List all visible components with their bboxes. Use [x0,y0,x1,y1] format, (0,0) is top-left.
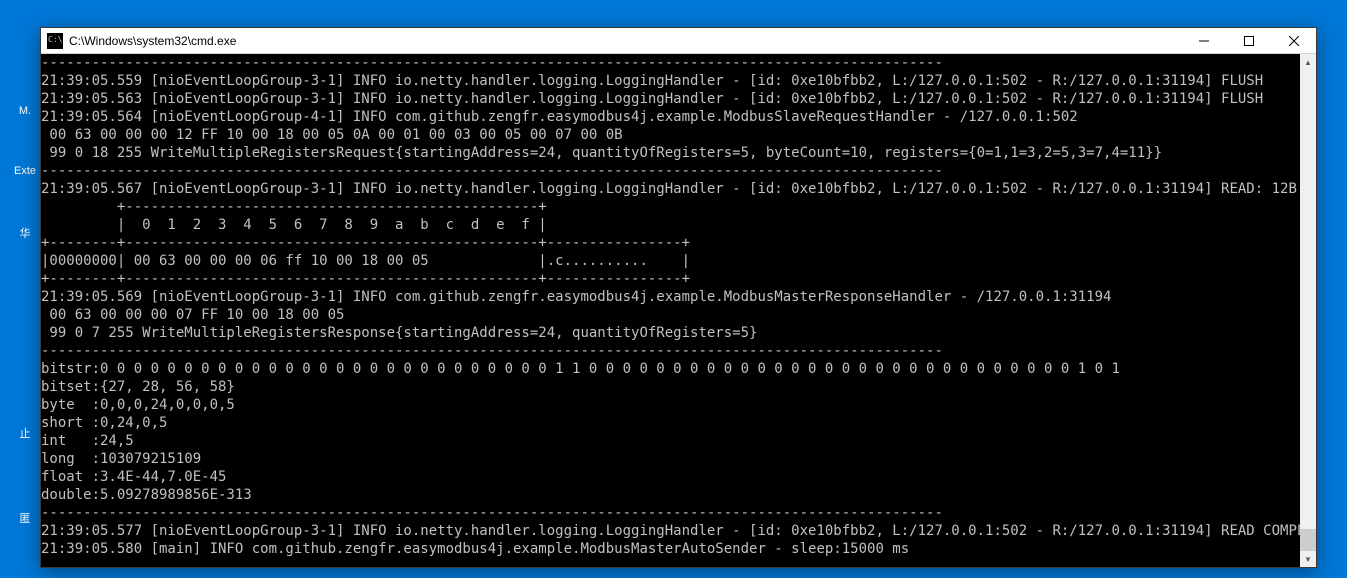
minimize-button[interactable] [1181,28,1226,53]
console-body[interactable]: ----------------------------------------… [41,54,1316,567]
scroll-up-button[interactable]: ▲ [1300,54,1316,70]
titlebar[interactable]: C:\Windows\system32\cmd.exe [41,28,1316,54]
console-output: ----------------------------------------… [41,54,1300,558]
close-icon [1289,36,1299,46]
scrollbar-thumb[interactable] [1300,529,1316,551]
cmd-icon [47,33,63,49]
close-button[interactable] [1271,28,1316,53]
maximize-button[interactable] [1226,28,1271,53]
scrollbar-track[interactable]: ▲ ▼ [1300,54,1316,567]
window-title: C:\Windows\system32\cmd.exe [69,34,1181,48]
maximize-icon [1244,36,1254,46]
window-controls [1181,28,1316,53]
minimize-icon [1199,36,1209,46]
cmd-window: C:\Windows\system32\cmd.exe ------------… [40,27,1317,568]
scroll-down-button[interactable]: ▼ [1300,551,1316,567]
